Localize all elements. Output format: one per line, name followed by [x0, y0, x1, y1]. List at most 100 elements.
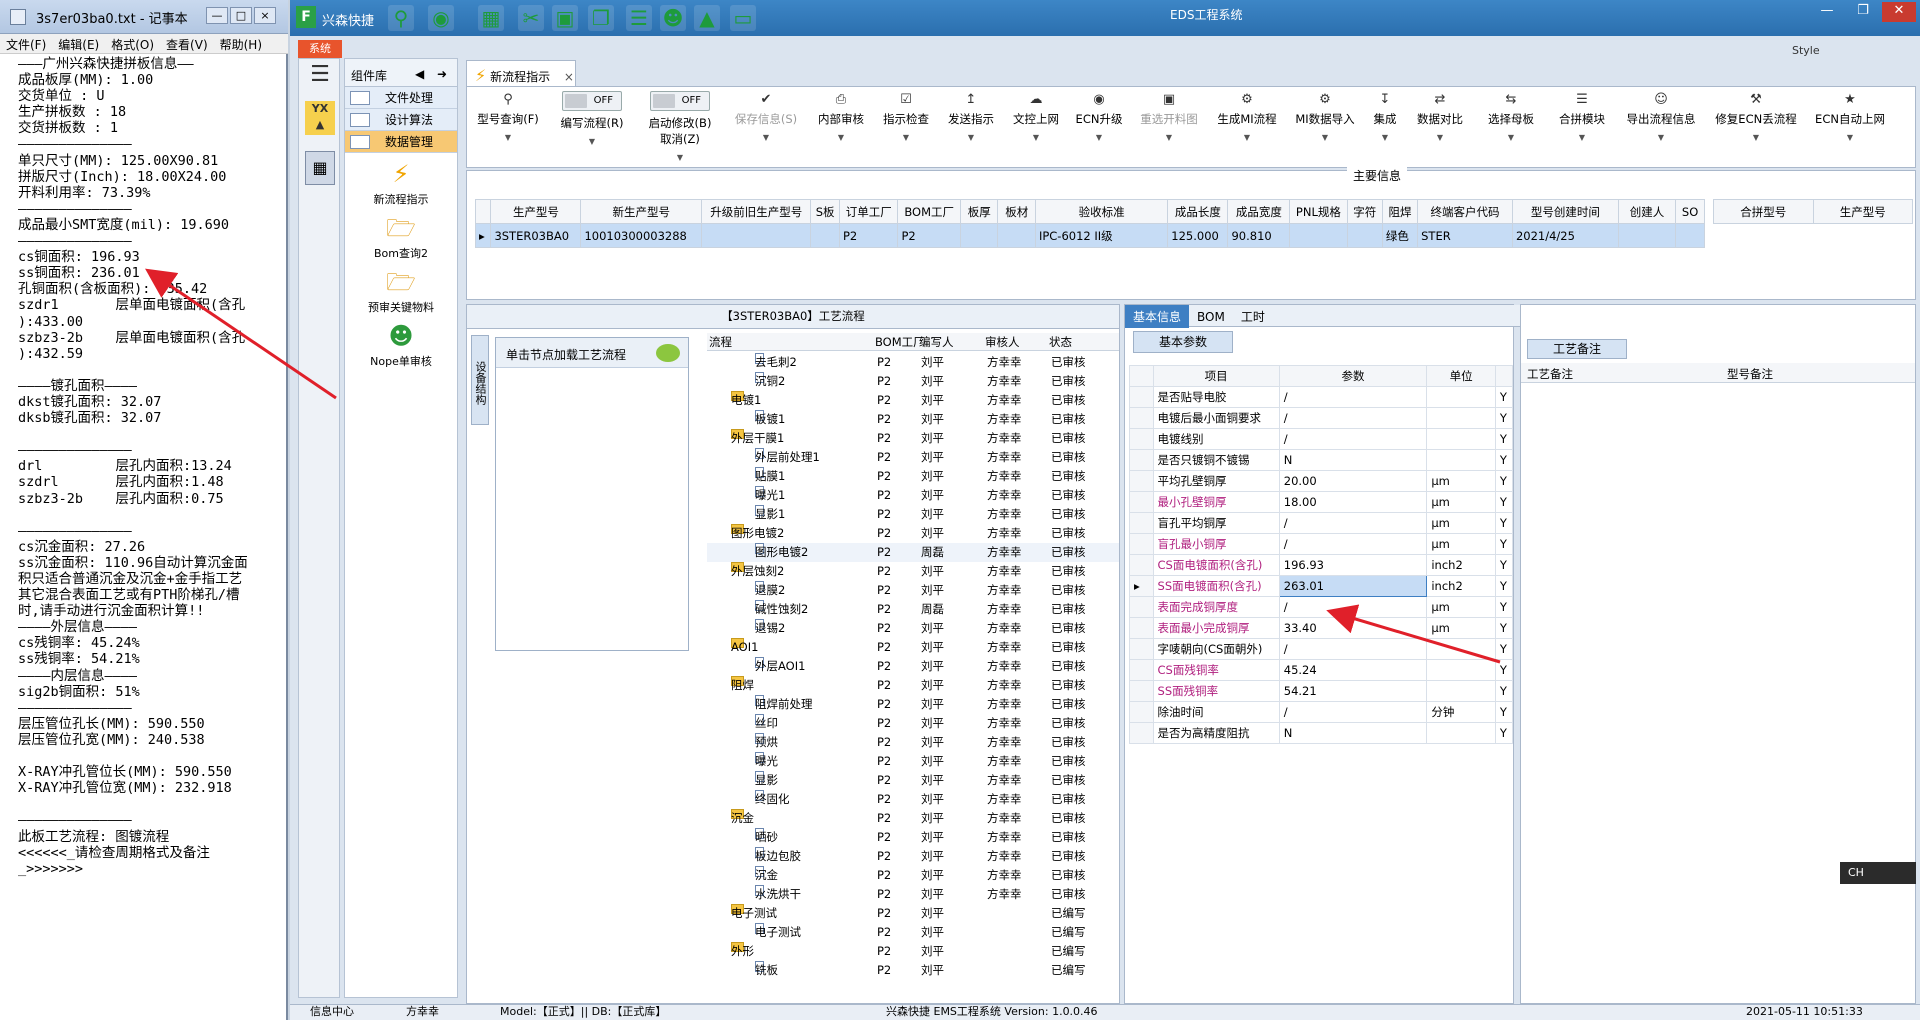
copy-icon[interactable]: ❐: [588, 5, 614, 31]
toolbar-button-2[interactable]: OFF 启动修改(B) 取消(Z) ▼: [637, 91, 723, 163]
tab-work-hours[interactable]: 工时: [1233, 305, 1273, 328]
menu-help[interactable]: 帮助(H): [214, 34, 268, 53]
column-header[interactable]: 成品宽度: [1227, 199, 1291, 224]
component-item-file-processing[interactable]: 文件处理: [345, 87, 457, 109]
param-row[interactable]: 盲孔平均铜厚 / μm Y: [1129, 512, 1514, 534]
param-row[interactable]: ▸ SS面电镀面积(含孔) 263.01 inch2 Y: [1129, 575, 1514, 597]
collapse-left-icon[interactable]: ◀: [415, 67, 424, 81]
tree-row[interactable]: −图形电镀2P2刘平方幸幸已审核: [707, 524, 1119, 543]
tree-row[interactable]: 退锡2 P2 刘平 方幸幸 已审核: [707, 619, 1119, 638]
tree-row[interactable]: 板边包胶 P2 刘平 方幸幸 已审核: [707, 847, 1119, 866]
column-header[interactable]: 阻焊: [1381, 199, 1419, 224]
table-row[interactable]: ▸ 3STER03BA0 10010300003288 P2 P2 IPC-6012 II…: [474, 223, 1705, 248]
tree-row[interactable]: 终固化 P2 刘平 方幸幸 已审核: [707, 790, 1119, 809]
tree-row[interactable]: −沉金P2刘平方幸幸已审核: [707, 809, 1119, 828]
column-header[interactable]: BOM工厂: [875, 333, 925, 352]
toolbar-button-4[interactable]: ⎙ 内部审核 ▼: [809, 91, 873, 163]
param-row[interactable]: 除油时间 / 分钟 Y: [1129, 701, 1514, 723]
tree-row[interactable]: 外层前处理1 P2 刘平 方幸幸 已审核: [707, 448, 1119, 467]
param-row[interactable]: 电镀线别 / Y: [1129, 428, 1514, 450]
toolbar-button-8[interactable]: ◉ ECN升级 ▼: [1069, 91, 1129, 163]
menu-file[interactable]: 文件(F): [0, 34, 52, 53]
column-header[interactable]: 审核人: [985, 333, 1020, 352]
column-header[interactable]: SO: [1675, 199, 1705, 224]
tool-new-process-instruction[interactable]: ⚡ 新流程指示: [345, 159, 457, 207]
toolbar-button-15[interactable]: ☰ 合拼模块 ▼: [1549, 91, 1615, 163]
tree-row[interactable]: 铣板 P2 刘平 已编写: [707, 961, 1119, 980]
component-item-design-algorithm[interactable]: 设计算法: [345, 109, 457, 131]
toolbar-button-10[interactable]: ⚙ 生成MI流程 ▼: [1209, 91, 1285, 163]
monitor-icon[interactable]: ▭: [730, 5, 756, 31]
tool-nope-review[interactable]: ☻ Nope单审核: [345, 321, 457, 369]
notepad-text-area[interactable]: ———广州兴森快捷拼板信息—— 成品板厚(MM): 1.00 交货单位 : U 生产拼…: [18, 56, 284, 1016]
param-row[interactable]: 表面最小完成铜厚 33.40 μm Y: [1129, 617, 1514, 639]
tab-basic-info[interactable]: 基本信息: [1125, 305, 1190, 328]
toolbar-button-7[interactable]: ☁ 文控上网 ▼: [1005, 91, 1067, 163]
pin-icon[interactable]: ➜: [437, 67, 447, 81]
toolbar-button-11[interactable]: ⚙ MI数据导入 ▼: [1287, 91, 1363, 163]
tree-row[interactable]: 晒砂 P2 刘平 方幸幸 已审核: [707, 828, 1119, 847]
restore-icon[interactable]: ❐: [1846, 2, 1880, 22]
param-value[interactable]: /: [1278, 512, 1428, 534]
user-icon[interactable]: ☻: [660, 5, 686, 31]
column-header[interactable]: 生产型号: [1812, 199, 1913, 224]
toolbar-button-6[interactable]: ↥ 发送指示 ▼: [939, 91, 1003, 163]
param-value[interactable]: /: [1278, 701, 1428, 723]
close-icon[interactable]: ✕: [1882, 2, 1916, 22]
toolbar-button-9[interactable]: ▣ 重选开料图 ▼: [1131, 91, 1207, 163]
column-header[interactable]: 新生产型号: [580, 199, 703, 224]
param-value[interactable]: 196.93: [1278, 554, 1428, 576]
toolbar-button-3[interactable]: ✔ 保存信息(S) ▼: [725, 91, 807, 163]
tree-row[interactable]: 阻焊前处理 P2 刘平 方幸幸 已审核: [707, 695, 1119, 714]
tool-bom-query2[interactable]: 🗁 Bom查询2: [345, 213, 457, 261]
tree-row[interactable]: 板镀1 P2 刘平 方幸幸 已审核: [707, 410, 1119, 429]
tree-row[interactable]: 预烘 P2 刘平 方幸幸 已审核: [707, 733, 1119, 752]
column-header[interactable]: 合拼型号: [1713, 199, 1814, 224]
grid-icon[interactable]: ▦: [478, 5, 504, 31]
column-header[interactable]: 项目: [1152, 365, 1280, 387]
toolbar-button-12[interactable]: ↧ 集成 ▼: [1365, 91, 1405, 163]
column-header[interactable]: 单位: [1426, 365, 1496, 387]
toolbar-button-16[interactable]: ☺ 导出流程信息 ▼: [1617, 91, 1705, 163]
column-header[interactable]: 编写人: [919, 333, 954, 352]
minimize-icon[interactable]: —: [1810, 2, 1844, 22]
list-icon[interactable]: ☰: [626, 5, 652, 31]
param-value[interactable]: N: [1278, 722, 1428, 744]
param-row[interactable]: 是否只镀铜不镀锡 N Y: [1129, 449, 1514, 471]
status-info-center[interactable]: 信息中心: [310, 1005, 354, 1019]
param-value[interactable]: /: [1278, 533, 1428, 555]
close-icon[interactable]: ×: [254, 7, 276, 24]
column-header[interactable]: 成品长度: [1167, 199, 1229, 224]
column-header[interactable]: 型号创建时间: [1511, 199, 1619, 224]
toggle-switch[interactable]: OFF: [650, 91, 710, 111]
column-header[interactable]: 订单工厂: [838, 199, 899, 224]
search-icon[interactable]: ⚲: [388, 5, 414, 31]
style-dropdown[interactable]: Style: [1792, 44, 1820, 57]
column-header[interactable]: BOM工厂: [897, 199, 961, 224]
param-value[interactable]: /: [1278, 428, 1428, 450]
param-value[interactable]: 45.24: [1278, 659, 1428, 681]
globe-icon[interactable]: ◉: [428, 5, 454, 31]
ime-indicator[interactable]: CH: [1840, 862, 1916, 884]
tree-row[interactable]: 退膜2 P2 刘平 方幸幸 已审核: [707, 581, 1119, 600]
param-value[interactable]: 33.40: [1278, 617, 1428, 639]
tree-row[interactable]: 丝印 P2 刘平 方幸幸 已审核: [707, 714, 1119, 733]
toolbar-button-18[interactable]: ★ ECN自动上网 ▼: [1807, 91, 1893, 163]
tree-row[interactable]: −AOI1P2刘平方幸幸已审核: [707, 638, 1119, 657]
toolbar-button-5[interactable]: ☑ 指示检查 ▼: [875, 91, 937, 163]
column-header[interactable]: 流程: [709, 333, 732, 352]
param-value[interactable]: 20.00: [1278, 470, 1428, 492]
tree-row[interactable]: 去毛刺2 P2 刘平 方幸幸 已审核: [707, 353, 1119, 372]
close-tab-icon[interactable]: ×: [564, 70, 574, 84]
tree-row[interactable]: −电子测试P2刘平已编写: [707, 904, 1119, 923]
tree-row[interactable]: 水洗烘干 P2 刘平 方幸幸 已审核: [707, 885, 1119, 904]
param-value[interactable]: /: [1278, 638, 1428, 660]
column-header[interactable]: 终端客户代码: [1417, 199, 1513, 224]
tab-process-memo[interactable]: 工艺备注: [1527, 339, 1627, 359]
tab-basic-params[interactable]: 基本参数: [1133, 331, 1233, 353]
param-value[interactable]: /: [1278, 407, 1428, 429]
param-row[interactable]: 平均孔壁铜厚 20.00 μm Y: [1129, 470, 1514, 492]
tree-row[interactable]: 显影 P2 刘平 方幸幸 已审核: [707, 771, 1119, 790]
param-value[interactable]: /: [1278, 596, 1428, 618]
column-header[interactable]: 生产型号: [490, 199, 582, 224]
